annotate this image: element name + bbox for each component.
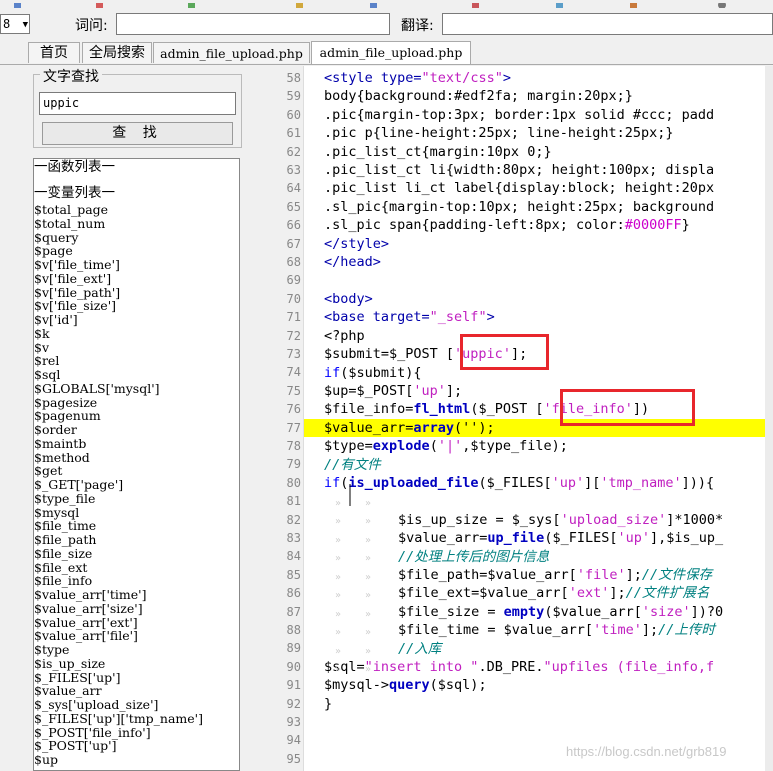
variable-list-item[interactable]: $order <box>34 423 77 437</box>
svg-text:»: » <box>365 535 371 546</box>
variable-list-item[interactable]: $_FILES['up']['tmp_name'] <box>34 712 203 726</box>
variable-list-item[interactable]: $_FILES['up'] <box>34 670 120 685</box>
variable-list-item[interactable]: $_POST['up'] <box>34 739 116 753</box>
svg-text:»: » <box>335 627 341 638</box>
variable-list-item[interactable]: $file_path <box>34 533 96 547</box>
variable-list-item[interactable]: $is_up_size <box>34 657 105 671</box>
variable-list-item[interactable]: $v['file_size'] <box>34 299 116 313</box>
find-button[interactable]: 查 找 <box>42 122 233 145</box>
variable-list-item[interactable]: $v['file_ext'] <box>34 272 111 286</box>
tab-global-search[interactable]: 全局搜索 <box>82 42 152 63</box>
variable-list-item[interactable]: $total_num <box>34 217 105 231</box>
variable-list-item[interactable]: $GLOBALS['mysql'] <box>34 382 160 396</box>
variable-list-header: 一变量列表一 <box>34 185 115 201</box>
variable-list-item[interactable]: $value_arr['ext'] <box>34 615 138 630</box>
variable-list-item[interactable]: $v['id'] <box>34 313 78 327</box>
variable-list-item[interactable]: $type_file <box>34 492 95 506</box>
svg-text:»: » <box>365 627 371 638</box>
translate-label: 翻译: <box>401 18 434 34</box>
encoding-select-value: 8 <box>3 17 11 31</box>
variable-list-item[interactable]: $_GET['page'] <box>34 478 123 492</box>
svg-text:»: » <box>365 553 371 564</box>
svg-text:»: » <box>365 498 371 509</box>
tab-file-1[interactable]: admin_file_upload.php <box>153 42 310 63</box>
annotation-box-uppic <box>460 334 549 370</box>
encoding-select[interactable]: 8 ▼ <box>0 14 30 34</box>
variable-list-item[interactable]: $file_time <box>34 519 96 533</box>
variable-list-item[interactable]: $v['file_time'] <box>34 258 120 272</box>
variable-list-item[interactable]: $v <box>34 340 49 355</box>
svg-text:»: » <box>335 609 341 620</box>
svg-text:»: » <box>365 572 371 583</box>
variable-list-item[interactable]: $sql <box>34 368 60 382</box>
tab-file-1-label: admin_file_upload.php <box>160 46 303 61</box>
left-margin-strip <box>0 66 28 771</box>
variable-list-item[interactable]: $method <box>34 450 90 465</box>
variable-list-item[interactable]: $k <box>34 327 50 341</box>
top-toolbar-strip <box>0 0 773 8</box>
svg-text:»: » <box>335 498 341 509</box>
variable-list-item[interactable]: $file_info <box>34 574 92 588</box>
variable-list-item[interactable]: $page <box>34 244 73 258</box>
svg-text:»: » <box>335 646 341 657</box>
vertical-scrollbar[interactable] <box>765 66 773 771</box>
variable-list-item[interactable]: $pagesize <box>34 395 97 410</box>
variable-list-item[interactable]: $value_arr['file'] <box>34 629 138 643</box>
svg-text:»: » <box>365 646 371 657</box>
chevron-down-icon[interactable]: ▼ <box>23 16 28 34</box>
variable-list-item[interactable]: $up <box>34 753 58 767</box>
tab-file-2[interactable]: admin_file_upload.php <box>311 41 471 64</box>
word-input[interactable] <box>116 13 390 35</box>
svg-text:»: » <box>365 590 371 601</box>
tab-file-2-label: admin_file_upload.php <box>319 45 463 60</box>
svg-text:»: » <box>335 516 341 527</box>
variable-list-item[interactable]: $pagenum <box>34 409 101 423</box>
tab-bar: 首页 全局搜索 admin_file_upload.php admin_file… <box>0 40 773 65</box>
variable-list-item[interactable]: $get <box>34 464 62 478</box>
variable-list-item[interactable]: $query <box>34 230 78 245</box>
svg-text:»: » <box>335 590 341 601</box>
function-list-header: 一函数列表一 <box>34 159 115 175</box>
variable-list-item[interactable]: $mysql <box>34 505 79 520</box>
search-input[interactable]: uppic <box>39 92 236 115</box>
svg-text:»: » <box>365 609 371 620</box>
annotation-box-file-info <box>560 389 695 426</box>
variable-list-item[interactable]: $value_arr['size'] <box>34 602 143 616</box>
word-label: 词问: <box>75 18 108 34</box>
variable-list-item[interactable]: $rel <box>34 354 59 368</box>
tab-home-label: 首页 <box>40 45 68 61</box>
variable-list-item[interactable]: $value_arr['time'] <box>34 588 146 602</box>
variable-list-item[interactable]: $file_ext <box>34 560 87 575</box>
variable-list-item[interactable]: $_sys['upload_size'] <box>34 698 158 712</box>
variable-list-item[interactable]: $file_size <box>34 547 92 561</box>
tab-global-search-label: 全局搜索 <box>89 45 145 61</box>
variable-list-item[interactable]: $maintb <box>34 437 86 451</box>
watermark: https://blog.csdn.net/grb819 <box>566 744 727 759</box>
svg-text:»: » <box>365 516 371 527</box>
variable-list-item[interactable]: $total_page <box>34 203 108 217</box>
svg-text:»: » <box>335 572 341 583</box>
tab-home[interactable]: 首页 <box>28 42 80 63</box>
translate-input[interactable] <box>442 13 773 35</box>
text-search-title: 文字查找 <box>40 66 102 86</box>
symbol-list[interactable]: 一函数列表一 一变量列表一 $total_page $total_num $quer… <box>33 158 240 771</box>
variable-list-item[interactable]: $value_arr <box>34 684 102 698</box>
variable-list-item[interactable]: $_POST['file_info'] <box>34 725 151 740</box>
svg-text:»: » <box>335 664 341 675</box>
svg-text:»: » <box>335 553 341 564</box>
svg-text:»: » <box>335 535 341 546</box>
sidebar-panel: 文字查找 uppic 查 找 一函数列表一 一变量列表一 $total_page… <box>28 66 246 771</box>
variable-list-item[interactable]: $type <box>34 643 69 657</box>
variable-list-item[interactable]: $v['file_path'] <box>34 285 120 300</box>
toolbar-icons-clipped <box>14 1 726 8</box>
svg-text:»: » <box>365 664 371 675</box>
